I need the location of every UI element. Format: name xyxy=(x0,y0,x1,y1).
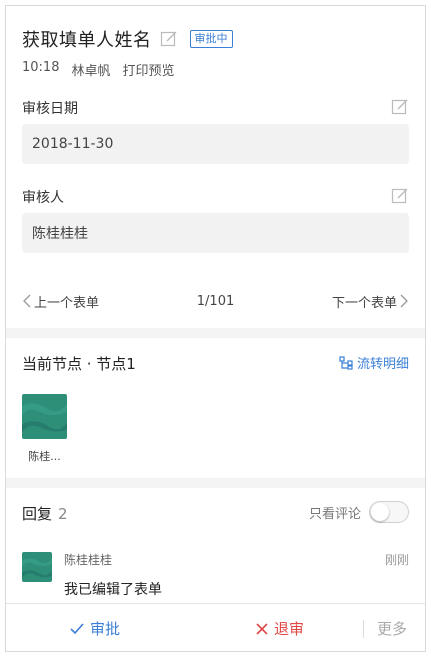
form-detail-panel: 获取填单人姓名 审批中 10:18 林卓帆 打印预览 审核日期 2018-11-… xyxy=(5,5,426,652)
review-date-field[interactable]: 2018-11-30 xyxy=(22,124,409,164)
action-separator xyxy=(363,620,364,638)
flow-detail-link[interactable]: 流转明细 xyxy=(339,353,409,372)
reply-count: 2 xyxy=(58,505,68,523)
chevron-left-icon xyxy=(23,294,31,308)
comment-text: 我已编辑了表单 xyxy=(64,582,162,598)
prev-form-label: 上一个表单 xyxy=(34,295,100,311)
flow-detail-label: 流转明细 xyxy=(356,357,409,372)
avatar xyxy=(22,552,52,582)
edit-icon[interactable] xyxy=(391,187,409,205)
print-preview-link[interactable]: 打印预览 xyxy=(122,60,174,79)
reject-label: 退审 xyxy=(274,620,305,638)
title-row: 获取填单人姓名 审批中 xyxy=(22,26,233,52)
more-button[interactable]: 更多 xyxy=(377,618,407,639)
action-bar: 审批 退审 更多 xyxy=(6,603,425,651)
comment-time: 刚刚 xyxy=(384,553,409,567)
toggle-knob xyxy=(371,503,389,521)
author-name: 林卓帆 xyxy=(71,64,111,79)
reply-title: 回复 2 xyxy=(22,503,68,524)
node-user-name: 陈桂... xyxy=(28,450,61,463)
reply-label: 回复 xyxy=(22,505,53,523)
edit-icon[interactable] xyxy=(391,98,409,116)
approve-label: 审批 xyxy=(90,620,121,638)
chevron-right-icon xyxy=(400,294,408,308)
pager-position: 1/101 xyxy=(196,293,235,309)
section-divider xyxy=(6,328,425,338)
reviewer-field[interactable]: 陈桂桂桂 xyxy=(22,213,409,253)
close-icon xyxy=(256,622,268,635)
field-label-reviewer: 审核人 xyxy=(22,190,64,206)
only-comments-filter: 只看评论 xyxy=(309,501,409,523)
flow-icon xyxy=(339,355,353,370)
status-badge: 审批中 xyxy=(189,30,233,48)
section-divider xyxy=(6,478,425,488)
avatar[interactable] xyxy=(22,394,67,439)
form-pager: 上一个表单 1/101 下一个表单 xyxy=(22,289,409,313)
reject-button[interactable]: 退审 xyxy=(256,618,304,639)
submit-time: 10:18 xyxy=(22,60,60,75)
page-title: 获取填单人姓名 xyxy=(22,30,152,51)
meta-row: 10:18 林卓帆 打印预览 xyxy=(22,60,175,79)
only-comments-toggle[interactable] xyxy=(369,501,409,523)
only-comments-label: 只看评论 xyxy=(308,506,361,522)
check-icon xyxy=(70,622,84,634)
prev-form-button[interactable]: 上一个表单 xyxy=(22,292,99,311)
current-node-title: 当前节点 · 节点1 xyxy=(22,355,136,373)
edit-icon[interactable] xyxy=(160,30,178,48)
field-label-review-date: 审核日期 xyxy=(22,101,78,117)
next-form-button[interactable]: 下一个表单 xyxy=(332,292,409,311)
next-form-label: 下一个表单 xyxy=(331,295,397,311)
comment-user: 陈桂桂桂 xyxy=(64,553,113,567)
approve-button[interactable]: 审批 xyxy=(70,618,120,639)
